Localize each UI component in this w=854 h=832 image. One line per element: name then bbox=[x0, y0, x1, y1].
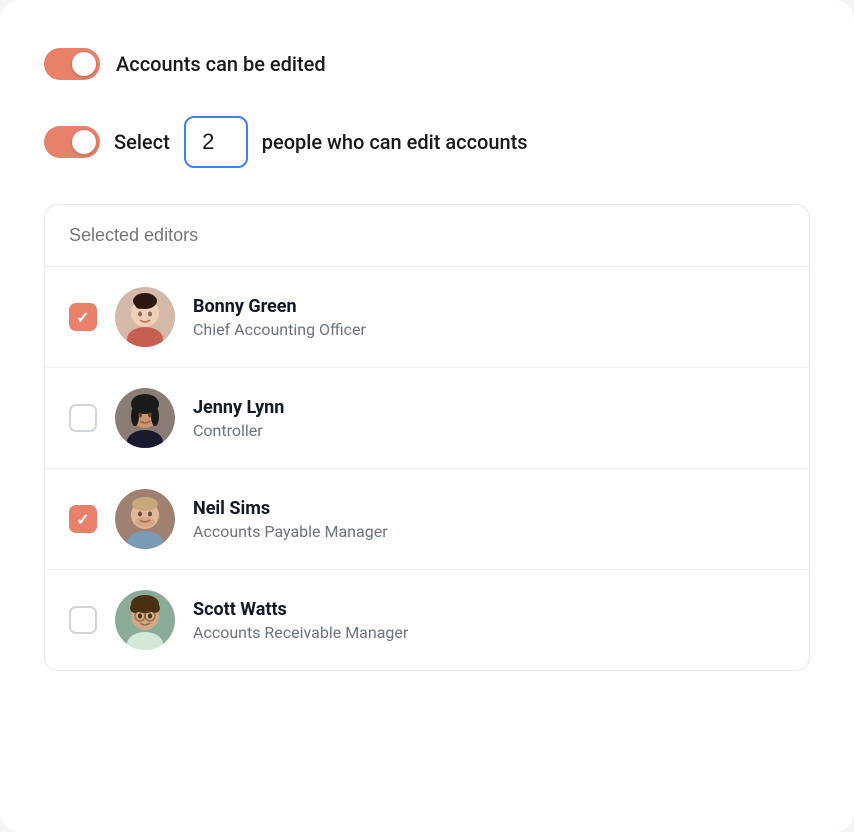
list-item[interactable]: ✓ bbox=[45, 267, 809, 368]
avatar-scott-watts bbox=[115, 590, 175, 650]
toggle-knob-1 bbox=[72, 52, 96, 76]
search-bar bbox=[45, 205, 809, 267]
checkbox-bonny-green[interactable]: ✓ bbox=[69, 303, 97, 331]
search-input[interactable] bbox=[69, 225, 785, 246]
main-container: Accounts can be edited Select people who… bbox=[0, 0, 854, 832]
avatar-neil-sims bbox=[115, 489, 175, 549]
avatar-bonny-green bbox=[115, 287, 175, 347]
select-count-input[interactable] bbox=[184, 116, 248, 168]
people-panel: ✓ bbox=[44, 204, 810, 671]
avatar-image bbox=[115, 388, 175, 448]
person-title: Chief Accounting Officer bbox=[193, 320, 366, 339]
person-name: Jenny Lynn bbox=[193, 397, 284, 418]
checkbox-jenny-lynn[interactable] bbox=[69, 404, 97, 432]
list-item[interactable]: Scott Watts Accounts Receivable Manager bbox=[45, 570, 809, 670]
avatar-image bbox=[115, 287, 175, 347]
avatar-image bbox=[115, 590, 175, 650]
person-info-bonny-green: Bonny Green Chief Accounting Officer bbox=[193, 296, 366, 339]
person-info-scott-watts: Scott Watts Accounts Receivable Manager bbox=[193, 599, 408, 642]
person-info-jenny-lynn: Jenny Lynn Controller bbox=[193, 397, 284, 440]
avatar-jenny-lynn bbox=[115, 388, 175, 448]
select-editors-toggle[interactable] bbox=[44, 126, 100, 158]
list-item[interactable]: Jenny Lynn Controller bbox=[45, 368, 809, 469]
select-suffix-label: people who can edit accounts bbox=[262, 130, 528, 154]
accounts-editable-label: Accounts can be edited bbox=[116, 52, 326, 76]
person-title: Accounts Receivable Manager bbox=[193, 623, 408, 642]
person-title: Controller bbox=[193, 421, 284, 440]
person-name: Neil Sims bbox=[193, 498, 388, 519]
checkmark-icon: ✓ bbox=[76, 308, 89, 327]
person-info-neil-sims: Neil Sims Accounts Payable Manager bbox=[193, 498, 388, 541]
select-editors-row: Select people who can edit accounts bbox=[44, 116, 810, 168]
select-prefix-label: Select bbox=[114, 130, 170, 154]
checkbox-scott-watts[interactable] bbox=[69, 606, 97, 634]
checkmark-icon: ✓ bbox=[76, 510, 89, 529]
list-item[interactable]: ✓ N bbox=[45, 469, 809, 570]
person-title: Accounts Payable Manager bbox=[193, 522, 388, 541]
person-name: Scott Watts bbox=[193, 599, 408, 620]
avatar-image bbox=[115, 489, 175, 549]
accounts-editable-toggle[interactable] bbox=[44, 48, 100, 80]
toggle-knob-2 bbox=[72, 130, 96, 154]
person-name: Bonny Green bbox=[193, 296, 366, 317]
accounts-editable-row: Accounts can be edited bbox=[44, 48, 810, 80]
checkbox-neil-sims[interactable]: ✓ bbox=[69, 505, 97, 533]
